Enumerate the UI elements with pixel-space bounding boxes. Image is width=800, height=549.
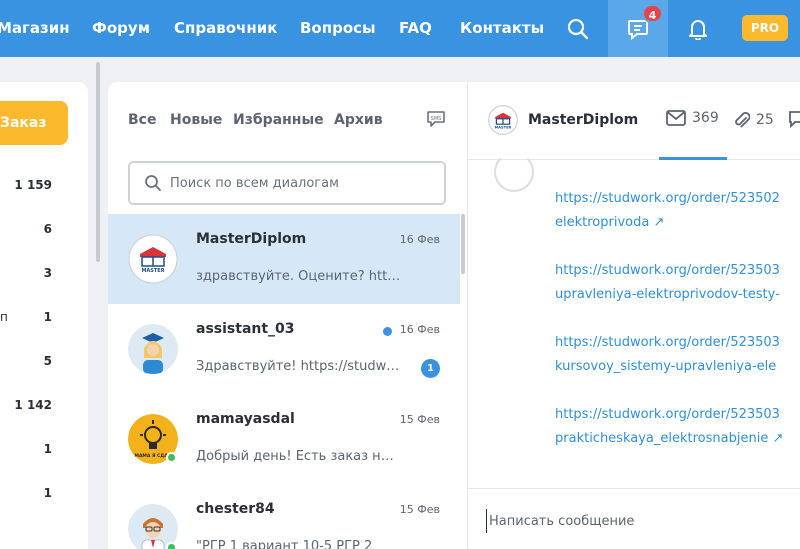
dialog-date: 16 Фев bbox=[399, 233, 440, 246]
sidebar-count: 1 bbox=[43, 442, 52, 456]
svg-text:MASTER: MASTER bbox=[495, 125, 512, 129]
nav-faq[interactable]: FAQ bbox=[399, 0, 432, 57]
nav-shop[interactable]: Магазин bbox=[0, 0, 70, 57]
external-link-icon: ↗ bbox=[772, 431, 784, 446]
chat-header: MASTER MasterDiplom 369 25 bbox=[468, 82, 800, 160]
unread-indicator bbox=[383, 327, 392, 336]
page-scrollbar[interactable] bbox=[96, 62, 100, 262]
avatar bbox=[128, 324, 178, 374]
chat-panel: MASTER MasterDiplom 369 25 https://studw… bbox=[468, 82, 800, 549]
avatar[interactable]: MASTER bbox=[488, 105, 518, 135]
search-field[interactable] bbox=[128, 161, 446, 205]
sidebar-count: 5 bbox=[43, 354, 52, 368]
dialog-date: 15 Фев bbox=[399, 503, 440, 516]
filter-archive[interactable]: Архив bbox=[334, 112, 383, 128]
message-link[interactable]: https://studwork.org/order/523503 bbox=[555, 263, 780, 278]
dialog-preview: Здравствуйте! https://studwork.org bbox=[196, 359, 401, 374]
message-link-continued[interactable]: prakticheskaya_elektrosnabjenie ↗ bbox=[555, 431, 783, 446]
dialog-item-masterdiplom[interactable]: MASTER MasterDiplom 16 Фев здравствуйте.… bbox=[108, 214, 460, 304]
dialog-name: MasterDiplom bbox=[196, 231, 307, 247]
search-icon bbox=[144, 174, 162, 196]
nav-forum[interactable]: Форум bbox=[92, 0, 150, 57]
pro-badge[interactable]: PRO bbox=[742, 15, 788, 41]
dialog-date: 15 Фев bbox=[399, 413, 440, 426]
external-link-icon: ↗ bbox=[653, 215, 665, 230]
sidebar-count: 1 bbox=[43, 310, 52, 324]
dialog-preview: "РГР 1 вариант 10-5 РГР 2 bbox=[196, 539, 373, 549]
message-link-continued[interactable]: elektroprivoda ↗ bbox=[555, 215, 664, 230]
message-link[interactable]: https://studwork.org/order/523503 bbox=[555, 407, 780, 422]
envelope-icon bbox=[666, 110, 686, 126]
nav-questions[interactable]: Вопросы bbox=[300, 0, 376, 57]
dialog-name: mamayasdal bbox=[196, 411, 295, 427]
attachments-total: 25 bbox=[756, 112, 774, 128]
dialog-preview: здравствуйте. Оцените? https://studwork.… bbox=[196, 269, 401, 284]
active-tab-indicator bbox=[659, 157, 727, 160]
filter-favorites[interactable]: Избранные bbox=[233, 112, 324, 128]
sidebar-count: 1 142 bbox=[14, 398, 52, 412]
avatar: MASTER bbox=[128, 234, 178, 284]
message-link-continued[interactable]: upravleniya-elektroprivodov-testy- bbox=[555, 287, 780, 302]
filter-all[interactable]: Все bbox=[128, 112, 156, 128]
nav-contacts[interactable]: Контакты bbox=[460, 0, 544, 57]
svg-text:SMS: SMS bbox=[431, 116, 442, 122]
dialogs-scrollbar[interactable] bbox=[461, 214, 465, 274]
left-sidebar: Заказ 1 159 6 3 п 1 5 1 142 1 1 bbox=[0, 82, 88, 549]
paperclip-icon bbox=[735, 112, 750, 128]
sidebar-count: 1 159 bbox=[14, 178, 52, 192]
online-indicator bbox=[166, 452, 177, 463]
messages-count-badge: 4 bbox=[642, 4, 663, 23]
message-link[interactable]: https://studwork.org/order/523503 bbox=[555, 335, 780, 350]
attachments-tab[interactable]: 25 bbox=[734, 110, 774, 130]
messages-tab[interactable]: 369 bbox=[666, 110, 719, 126]
order-button[interactable]: Заказ bbox=[0, 101, 68, 145]
message-input[interactable] bbox=[486, 509, 786, 533]
message-link[interactable]: https://studwork.org/order/523502 bbox=[555, 191, 780, 206]
link-text: prakticheskaya_elektrosnabjenie bbox=[555, 431, 769, 446]
unread-count-badge: 1 bbox=[421, 359, 440, 378]
chat-contact-name[interactable]: MasterDiplom bbox=[528, 112, 638, 128]
online-indicator bbox=[166, 542, 177, 549]
dialog-item-chester[interactable]: chester84 15 Фев "РГР 1 вариант 10-5 РГР… bbox=[108, 484, 460, 549]
nav-reference[interactable]: Справочник bbox=[174, 0, 277, 57]
dialog-preview: Добрый день! Есть заказ на выполнение bbox=[196, 449, 401, 464]
search-input[interactable] bbox=[170, 172, 440, 194]
message-avatar bbox=[494, 152, 534, 192]
filter-new[interactable]: Новые bbox=[170, 112, 222, 128]
sms-icon[interactable]: SMS bbox=[426, 110, 446, 132]
svg-text:MASTER: MASTER bbox=[141, 268, 164, 274]
link-text: elektroprivoda bbox=[555, 215, 650, 230]
messages-total: 369 bbox=[692, 110, 719, 126]
dialogs-panel: Все Новые Избранные Архив SMS MASTER Mas… bbox=[108, 82, 468, 549]
sidebar-count: 1 bbox=[43, 486, 52, 500]
dialog-item-assistant[interactable]: assistant_03 16 Фев Здравствуйте! https:… bbox=[108, 304, 460, 394]
chat-icon[interactable] bbox=[788, 110, 800, 128]
top-navigation: Магазин Форум Справочник Вопросы FAQ Кон… bbox=[0, 0, 800, 57]
bell-icon[interactable] bbox=[684, 0, 712, 57]
dialog-name: assistant_03 bbox=[196, 321, 295, 337]
sidebar-count: 6 bbox=[43, 222, 52, 236]
dialog-name: chester84 bbox=[196, 501, 275, 517]
dialog-item-mamayasdal[interactable]: МАМА Я СДАЛ mamayasdal 15 Фев Добрый ден… bbox=[108, 394, 460, 484]
message-composer bbox=[468, 488, 800, 549]
search-icon[interactable] bbox=[562, 0, 594, 57]
sidebar-count: 3 bbox=[43, 266, 52, 280]
message-link-continued[interactable]: kursovoy_sistemy-upravleniya-ele bbox=[555, 359, 776, 374]
dialog-date: 16 Фев bbox=[399, 323, 440, 336]
